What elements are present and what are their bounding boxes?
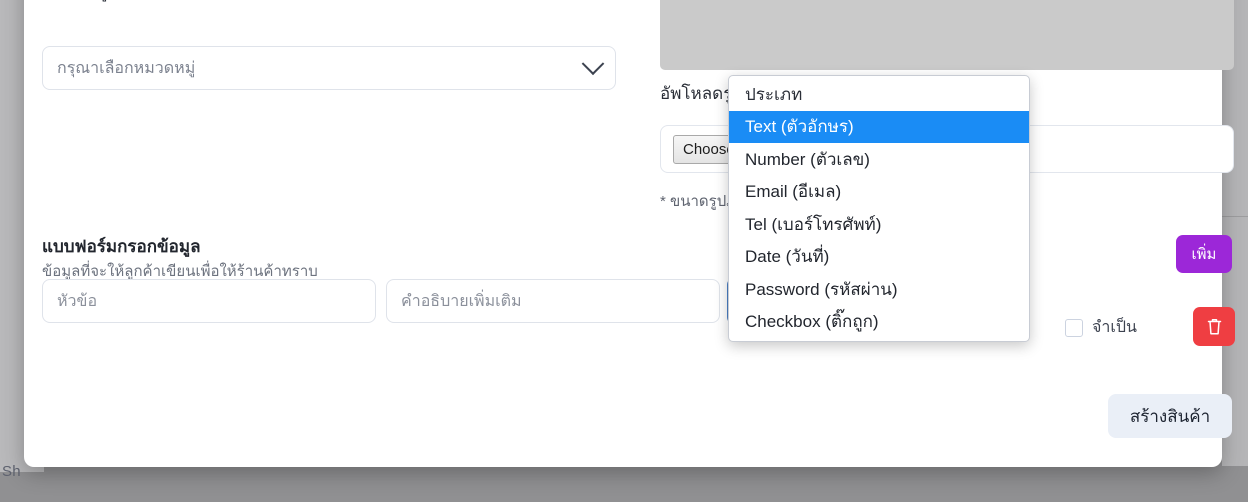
field-description-placeholder: คำอธิบายเพิ่มเติม xyxy=(401,289,522,314)
dropdown-option[interactable]: Tel (เบอร์โทรศัพท์) xyxy=(729,208,1029,241)
required-checkbox[interactable] xyxy=(1065,319,1083,337)
add-field-button[interactable]: เพิ่ม xyxy=(1176,235,1232,273)
screen: Sh หมวดหมู่ที่เลือก กรุณาเลือกหมวดหมู่ อ… xyxy=(0,0,1248,502)
dropdown-option[interactable]: Number (ตัวเลข) xyxy=(729,143,1029,176)
required-checkbox-wrap[interactable]: จำเป็น xyxy=(1065,315,1137,340)
dropdown-option[interactable]: Password (รหัสผ่าน) xyxy=(729,273,1029,306)
dropdown-option[interactable]: Date (วันที่) xyxy=(729,241,1029,274)
modal-body: หมวดหมู่ที่เลือก กรุณาเลือกหมวดหมู่ อัพโ… xyxy=(24,0,1222,467)
chevron-down-icon xyxy=(582,52,605,75)
product-modal: หมวดหมู่ที่เลือก กรุณาเลือกหมวดหมู่ อัพโ… xyxy=(24,0,1222,467)
field-description-input[interactable]: คำอธิบายเพิ่มเติม xyxy=(386,279,720,323)
backdrop-right-divider xyxy=(1222,216,1248,217)
field-type-dropdown[interactable]: ประเภทText (ตัวอักษร)Number (ตัวเลข)Emai… xyxy=(728,75,1030,342)
category-select[interactable]: กรุณาเลือกหมวดหมู่ xyxy=(42,46,616,90)
image-preview-placeholder xyxy=(660,0,1234,70)
delete-field-button[interactable] xyxy=(1193,307,1235,346)
field-title-placeholder: หัวข้อ xyxy=(57,289,97,314)
background-partial-text: Sh xyxy=(2,463,21,480)
create-product-button[interactable]: สร้างสินค้า xyxy=(1108,394,1232,438)
category-label: หมวดหมู่ที่เลือก xyxy=(42,0,155,5)
field-title-input[interactable]: หัวข้อ xyxy=(42,279,376,323)
required-label: จำเป็น xyxy=(1092,315,1137,340)
dropdown-option[interactable]: Email (อีเมล) xyxy=(729,176,1029,209)
dropdown-option[interactable]: Text (ตัวอักษร) xyxy=(729,111,1029,144)
trash-icon xyxy=(1206,317,1223,336)
category-select-value: กรุณาเลือกหมวดหมู่ xyxy=(57,56,585,81)
form-section-title: แบบฟอร์มกรอกข้อมูล xyxy=(42,233,201,260)
dropdown-option[interactable]: Checkbox (ติ๊กถูก) xyxy=(729,306,1029,339)
dropdown-option[interactable]: ประเภท xyxy=(729,78,1029,111)
